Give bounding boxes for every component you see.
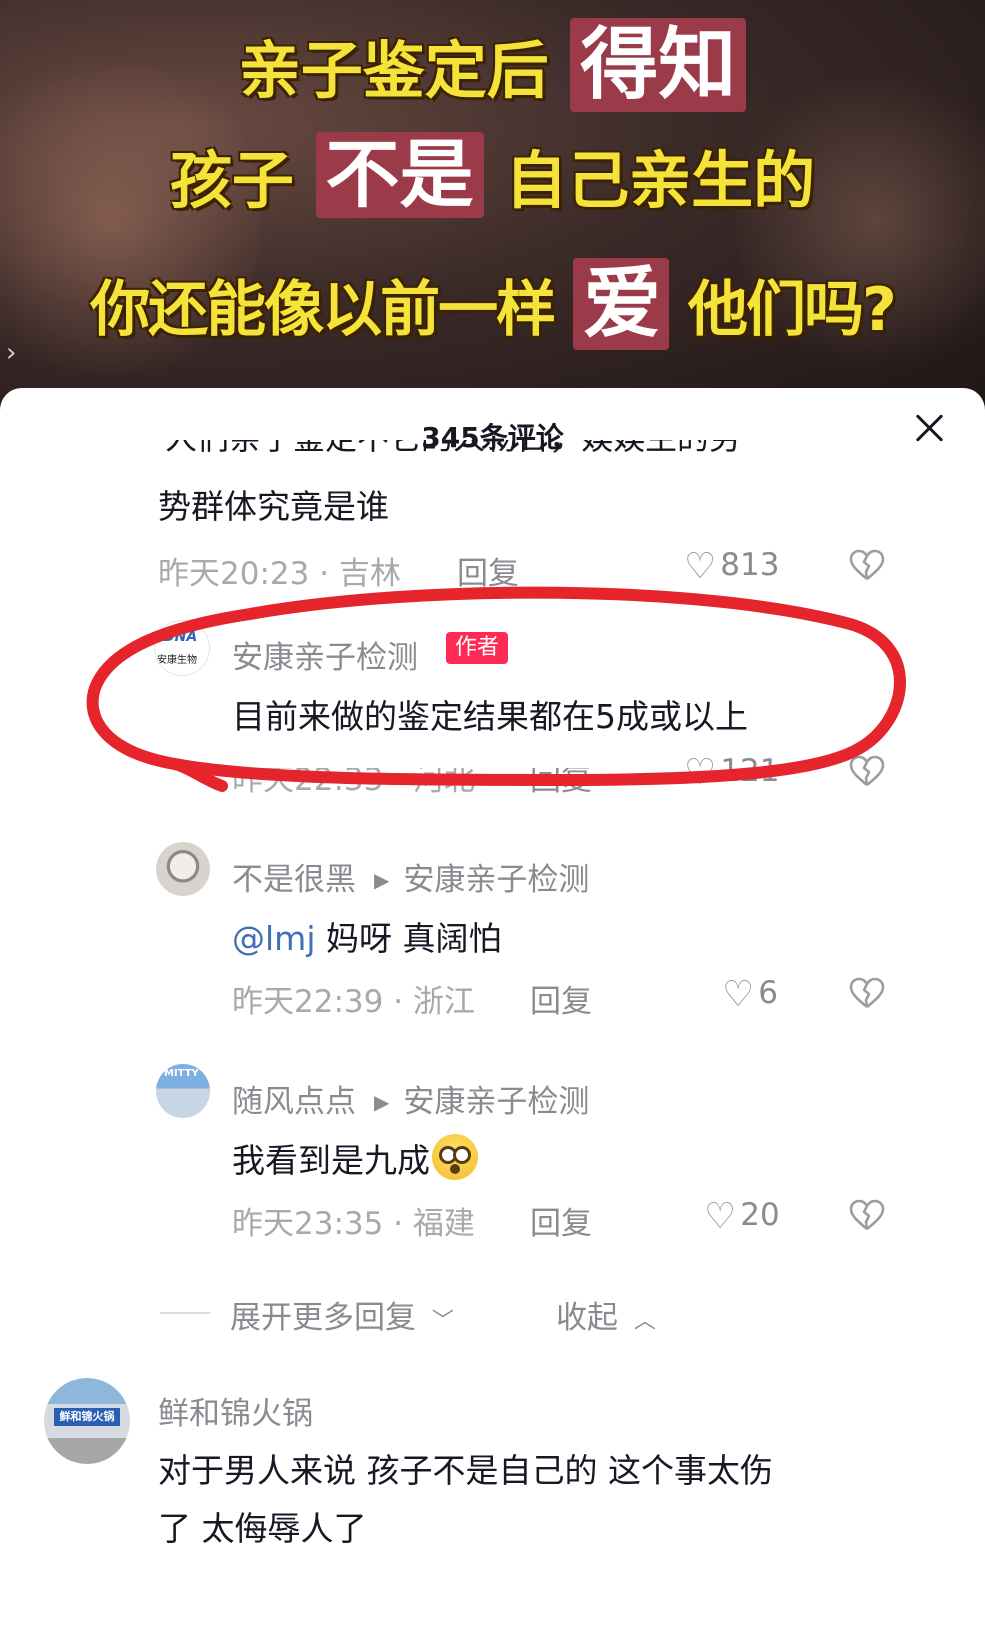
avatar[interactable] [156, 842, 210, 896]
heart-icon: ♡ [722, 974, 755, 1015]
comment-time: 昨天22:39 [232, 984, 384, 1020]
broken-heart-icon[interactable] [848, 754, 886, 788]
comment-meta: 昨天22:39 · 浙江 [232, 976, 475, 1021]
comment-sheet: 345条评论 人们亲子鉴定不它的人物占，娱娱主的劳 势群体究竟是谁 昨天20:2… [0, 388, 985, 1648]
like-count: 6 [758, 975, 779, 1011]
comment-text: 势群体究竟是谁 [158, 487, 389, 526]
broken-heart-icon[interactable] [848, 548, 886, 582]
comment-location: 河北 [412, 762, 475, 798]
meta-separator: · [309, 556, 339, 592]
heart-icon: ♡ [704, 1196, 737, 1237]
comment-time: 昨天20:23 [158, 556, 310, 592]
reply-arrow-icon: ▶ [374, 868, 390, 892]
meta-separator: · [383, 984, 413, 1020]
heart-icon: ♡ [684, 752, 717, 793]
like-button[interactable]: ♡ 121 [684, 752, 779, 793]
like-count: 20 [740, 1197, 780, 1233]
comment-text: 了 太侮辱人了 [158, 1509, 367, 1548]
reply-arrow-icon: ▶ [374, 1090, 390, 1114]
comment-meta: 昨天23:35 · 福建 [232, 1198, 475, 1243]
chevron-up-icon: ︿ [633, 1309, 656, 1334]
reply-target[interactable]: 安康亲子检测 [403, 862, 589, 898]
chevron-down-icon: ﹀ [431, 1309, 454, 1334]
comment-text: 目前来做的鉴定结果都在5成或以上 [232, 697, 748, 736]
like-count: 121 [720, 753, 780, 789]
avatar[interactable]: 鲜和锦火锅 [44, 1378, 130, 1464]
chevron-right-icon[interactable]: › [6, 338, 16, 368]
video-caption-line-2: 孩子 不是 自己亲生的 [169, 132, 816, 218]
comment-text: 对于男人来说 孩子不是自己的 这个事太伤 [158, 1451, 773, 1490]
avatar[interactable]: MITTY [156, 1064, 210, 1118]
comment-author[interactable]: 鲜和锦火锅 [158, 1388, 313, 1433]
comment-location: 福建 [412, 1206, 475, 1242]
comment-author[interactable]: 随风点点 [232, 1084, 356, 1120]
comment-text: 我看到是九成 [232, 1134, 478, 1182]
meta-separator: · [383, 1206, 413, 1242]
reply-button[interactable]: 回复 [530, 976, 592, 1021]
collapse-replies-button[interactable]: 收起 ︿ [556, 1292, 656, 1337]
comment-meta: 昨天22:33 · 河北 [232, 762, 475, 799]
reply-button[interactable]: 回复 [530, 1198, 592, 1243]
comment-text: @lmj 妈呀 真阔怕 [232, 919, 502, 958]
reply-button[interactable]: 回复 [530, 768, 592, 799]
like-button[interactable]: ♡ 6 [722, 974, 778, 1015]
avatar[interactable]: DNA 安康生物 [154, 620, 210, 676]
comment-time: 昨天23:35 [232, 1206, 384, 1242]
comment-meta: 昨天20:23 · 吉林 [158, 548, 401, 593]
video-caption-line-1: 亲子鉴定后 得知 [0, 18, 985, 112]
meta-separator: · [383, 762, 413, 798]
heart-icon: ♡ [684, 546, 717, 587]
video-frame[interactable]: 亲子鉴定后 得知 孩子 不是 自己亲生的 你还能像以前一样 爱 他们吗? › [0, 0, 985, 420]
expand-replies-button[interactable]: 展开更多回复 ﹀ [230, 1292, 454, 1337]
mention-link[interactable]: @lmj [232, 919, 315, 958]
broken-heart-icon[interactable] [848, 976, 886, 1010]
comment-time: 昨天22:33 [232, 762, 384, 798]
like-count: 813 [720, 547, 780, 583]
comment-author[interactable]: 不是很黑 [232, 862, 356, 898]
comment-author[interactable]: 安康亲子检测 [232, 632, 418, 677]
comment-author-line: 随风点点 ▶ 安康亲子检测 [232, 1076, 589, 1121]
video-caption-line-3: 你还能像以前一样 爱 他们吗? [90, 258, 897, 350]
comment-location: 吉林 [338, 556, 401, 592]
like-button[interactable]: ♡ 813 [684, 546, 779, 587]
broken-heart-icon[interactable] [848, 1198, 886, 1232]
close-icon[interactable] [909, 408, 949, 448]
comment-author-line: 不是很黑 ▶ 安康亲子检测 [232, 854, 589, 899]
comment-text-partial: 人们亲子鉴定不它的人物占，娱娱主的劳 [165, 440, 905, 456]
author-badge: 作者 [446, 632, 509, 664]
reply-target[interactable]: 安康亲子检测 [403, 1084, 589, 1120]
like-button[interactable]: ♡ 20 [704, 1196, 780, 1237]
comment-location: 浙江 [412, 984, 475, 1020]
surprised-emoji-icon [432, 1134, 478, 1180]
divider [160, 1312, 210, 1314]
reply-button[interactable]: 回复 [457, 548, 519, 593]
